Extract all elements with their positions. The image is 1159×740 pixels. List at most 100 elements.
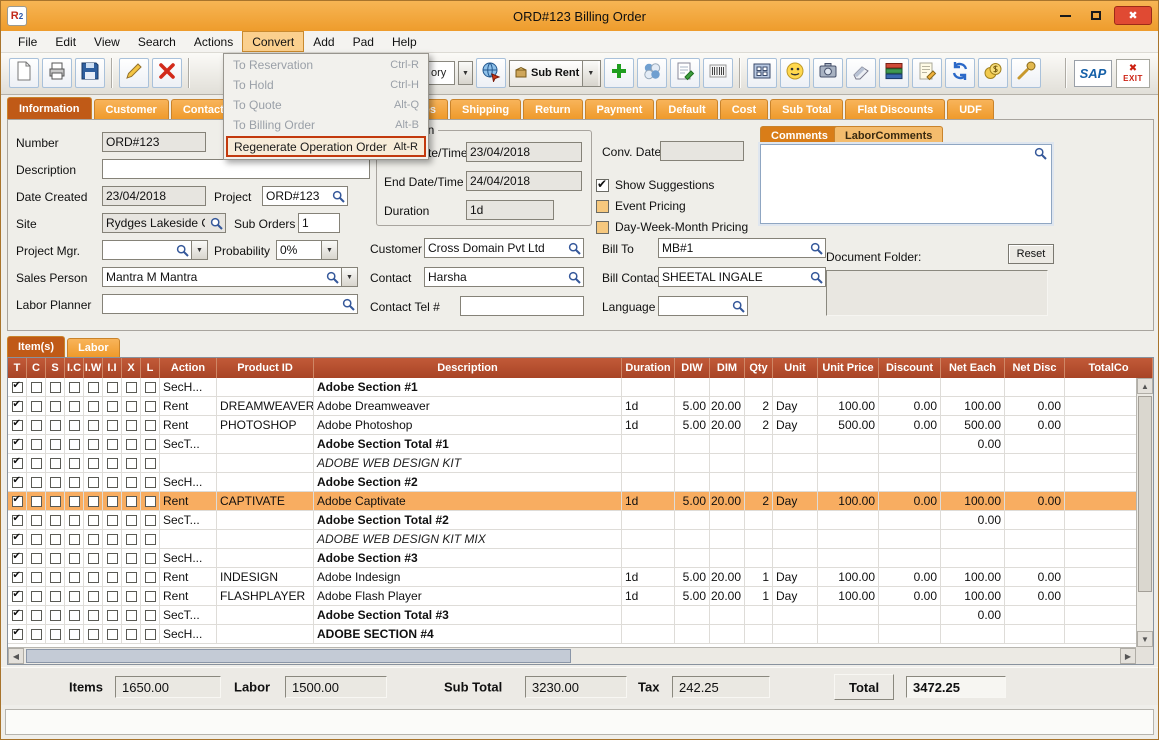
tab-payment[interactable]: Payment [585,99,655,119]
table-row[interactable]: SecH...Adobe Section #2 [8,473,1153,492]
row-checkbox-i-w[interactable] [88,496,99,507]
row-checkbox-t[interactable] [12,496,23,507]
menu-add[interactable]: Add [304,31,343,52]
cell-description[interactable]: Adobe Captivate [314,492,622,510]
table-row[interactable]: RentCAPTIVATEAdobe Captivate1d5.0020.002… [8,492,1153,511]
save-button[interactable] [75,58,105,88]
bill-to-input[interactable] [659,239,808,257]
row-checkbox-c[interactable] [31,591,42,602]
cell-description[interactable]: Adobe Section Total #1 [314,435,622,453]
row-checkbox-s[interactable] [50,401,61,412]
row-checkbox-x[interactable] [126,401,137,412]
row-checkbox-i-c[interactable] [69,382,80,393]
tab-comments[interactable]: Comments [760,126,839,144]
row-checkbox-l[interactable] [145,553,156,564]
row-checkbox-i-w[interactable] [88,439,99,450]
row-checkbox-c[interactable] [31,458,42,469]
refresh-button[interactable] [945,58,975,88]
cell-action[interactable]: Rent [160,397,217,415]
menu-item-regenerate-operation-order[interactable]: Regenerate Operation OrderAlt-R [226,136,426,157]
cell-description[interactable]: ADOBE WEB DESIGN KIT MIX [314,530,622,548]
row-checkbox-i-c[interactable] [69,591,80,602]
cell-product-id[interactable]: INDESIGN [217,568,314,586]
row-checkbox-i-i[interactable] [107,572,118,583]
site-input[interactable] [103,214,208,232]
row-checkbox-i-w[interactable] [88,534,99,545]
cell-action[interactable]: SecT... [160,511,217,529]
row-checkbox-s[interactable] [50,591,61,602]
conv-date-input[interactable] [661,142,743,160]
vertical-scroll-thumb[interactable] [1138,396,1152,592]
tab-customer[interactable]: Customer [94,99,169,119]
row-checkbox-s[interactable] [50,553,61,564]
cell-action[interactable]: SecT... [160,435,217,453]
probability-input[interactable] [277,241,321,259]
menu-item-to-quote[interactable]: To QuoteAlt-Q [224,95,428,115]
edit-button[interactable] [119,58,149,88]
row-checkbox-s[interactable] [50,382,61,393]
row-checkbox-i-c[interactable] [69,629,80,640]
search-icon[interactable] [808,268,825,286]
menu-item-to-hold[interactable]: To HoldCtrl-H [224,75,428,95]
tools-button[interactable] [1011,58,1041,88]
tab-sub-total[interactable]: Sub Total [770,99,843,119]
row-checkbox-i-w[interactable] [88,401,99,412]
globe-button[interactable] [476,58,506,88]
row-checkbox-i-i[interactable] [107,382,118,393]
contact-input[interactable] [425,268,566,286]
row-checkbox-i-c[interactable] [69,496,80,507]
row-checkbox-l[interactable] [145,401,156,412]
row-checkbox-i-i[interactable] [107,458,118,469]
row-checkbox-s[interactable] [50,629,61,640]
menu-edit[interactable]: Edit [46,31,85,52]
cell-action[interactable]: SecH... [160,378,217,396]
row-checkbox-l[interactable] [145,420,156,431]
row-checkbox-t[interactable] [12,515,23,526]
row-checkbox-i-c[interactable] [69,534,80,545]
row-checkbox-i-i[interactable] [107,591,118,602]
row-checkbox-t[interactable] [12,401,23,412]
document-folder-box[interactable] [826,270,1048,316]
cell-product-id[interactable] [217,530,314,548]
row-checkbox-x[interactable] [126,515,137,526]
row-checkbox-x[interactable] [126,591,137,602]
cell-description[interactable]: Adobe Section #2 [314,473,622,491]
dropdown-arrow-icon[interactable] [341,268,357,286]
cell-description[interactable]: Adobe Photoshop [314,416,622,434]
dropdown-arrow-icon[interactable] [191,241,207,259]
row-checkbox-c[interactable] [31,534,42,545]
row-checkbox-l[interactable] [145,610,156,621]
row-checkbox-i-c[interactable] [69,458,80,469]
menu-help[interactable]: Help [383,31,426,52]
tab-information[interactable]: Information [7,97,92,119]
row-checkbox-l[interactable] [145,382,156,393]
row-checkbox-i-w[interactable] [88,553,99,564]
reset-button[interactable]: Reset [1008,244,1054,264]
cell-action[interactable]: Rent [160,492,217,510]
row-checkbox-i-i[interactable] [107,629,118,640]
table-row[interactable]: RentDREAMWEAVERAdobe Dreamweaver1d5.0020… [8,397,1153,416]
row-checkbox-i-i[interactable] [107,534,118,545]
table-row[interactable]: ADOBE WEB DESIGN KIT MIX [8,530,1153,549]
print-labels-button[interactable] [747,58,777,88]
cell-description[interactable]: Adobe Section #1 [314,378,622,396]
tab-laborcomments[interactable]: LaborComments [834,126,943,144]
row-checkbox-c[interactable] [31,382,42,393]
row-checkbox-s[interactable] [50,534,61,545]
row-checkbox-i-c[interactable] [69,610,80,621]
row-checkbox-x[interactable] [126,553,137,564]
cell-description[interactable]: Adobe Dreamweaver [314,397,622,415]
row-checkbox-i-i[interactable] [107,401,118,412]
row-checkbox-i-w[interactable] [88,477,99,488]
search-icon[interactable] [808,239,825,257]
cell-description[interactable]: Adobe Indesign [314,568,622,586]
row-checkbox-i-i[interactable] [107,439,118,450]
event-pricing-checkbox[interactable] [596,200,609,213]
exit-button[interactable]: ✖ EXIT [1116,59,1150,88]
row-checkbox-l[interactable] [145,534,156,545]
cell-description[interactable]: Adobe Section Total #3 [314,606,622,624]
row-checkbox-i-i[interactable] [107,496,118,507]
money-button[interactable] [978,58,1008,88]
row-checkbox-i-w[interactable] [88,420,99,431]
row-checkbox-i-i[interactable] [107,515,118,526]
